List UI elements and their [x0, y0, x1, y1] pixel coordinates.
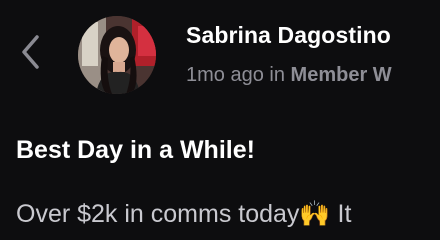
- post-detail-screen: Sabrina Dagostino 1mo ago in Member W Be…: [0, 0, 440, 240]
- author-name[interactable]: Sabrina Dagostino: [186, 22, 391, 49]
- post-body: Over $2k in comms today🙌 It: [16, 200, 352, 228]
- in-label: in: [269, 64, 285, 86]
- post-meta: 1mo ago in Member W: [186, 64, 392, 87]
- space-link[interactable]: Member W: [291, 64, 392, 86]
- post-time: 1mo ago: [186, 64, 264, 86]
- post-title: Best Day in a While!: [16, 136, 255, 164]
- avatar-photo: [78, 16, 156, 94]
- back-button[interactable]: [10, 30, 50, 74]
- chevron-left-icon: [22, 35, 39, 69]
- author-avatar[interactable]: [78, 16, 156, 94]
